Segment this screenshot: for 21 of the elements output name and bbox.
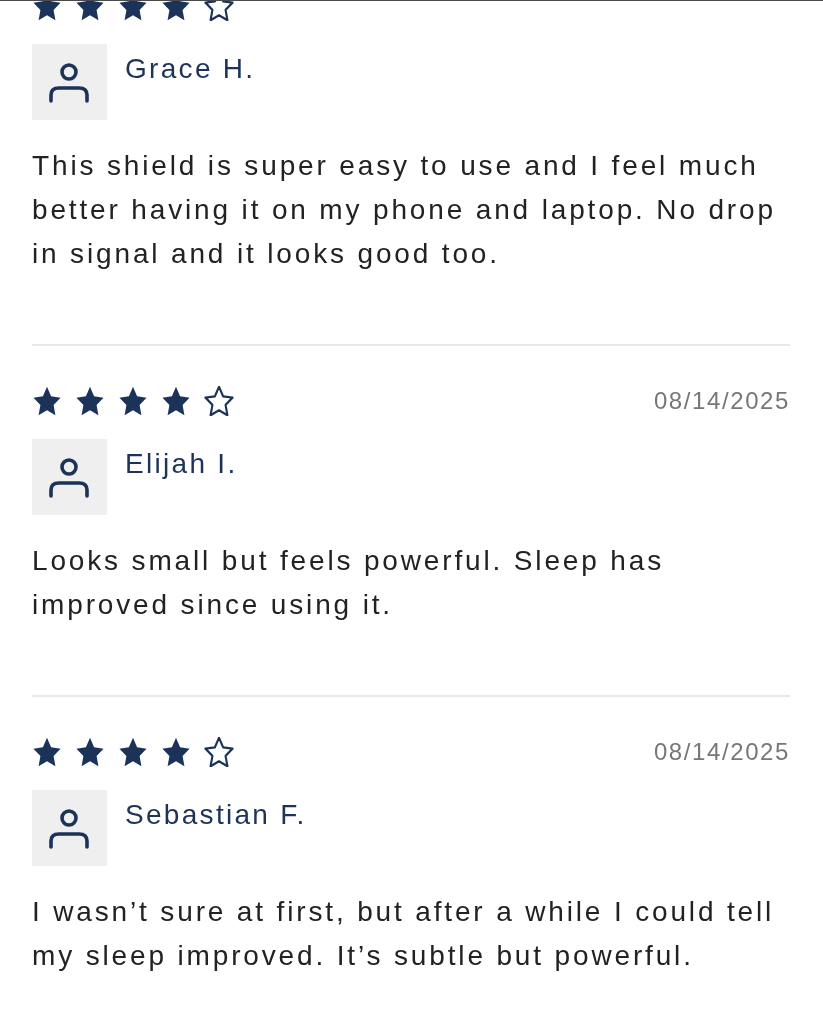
star-icon <box>32 386 62 416</box>
star-icon <box>118 737 148 767</box>
person-icon <box>32 439 107 515</box>
star-outline-icon <box>204 386 234 416</box>
person-icon <box>32 44 107 120</box>
star-icon <box>118 386 148 416</box>
star-icon <box>32 737 62 767</box>
review-date: 08/14/2025 <box>653 386 790 416</box>
review-text: Looks small but feels powerful. Sleep has improved since using it. <box>32 544 666 622</box>
person-icon <box>32 790 107 866</box>
star-icon <box>75 737 105 767</box>
review-text: I wasn’t sure at first, but after a while I could tell my sleep improved. It’s subtle but powerful. <box>32 895 776 973</box>
star-icon <box>75 386 105 416</box>
star-icon <box>161 737 191 767</box>
review-date: 08/14/2025 <box>653 737 790 767</box>
review-text: This shield is super easy to use and I feel much better having it on my phone and laptop. No drop in signal and it looks good too. <box>32 149 777 271</box>
reviewer-name: Elijah I. <box>125 450 238 478</box>
star-outline-icon <box>204 737 234 767</box>
reviewer-name: Sebastian F. <box>125 801 307 829</box>
star-icon <box>161 386 191 416</box>
reviewer-name: Grace H. <box>125 55 256 83</box>
